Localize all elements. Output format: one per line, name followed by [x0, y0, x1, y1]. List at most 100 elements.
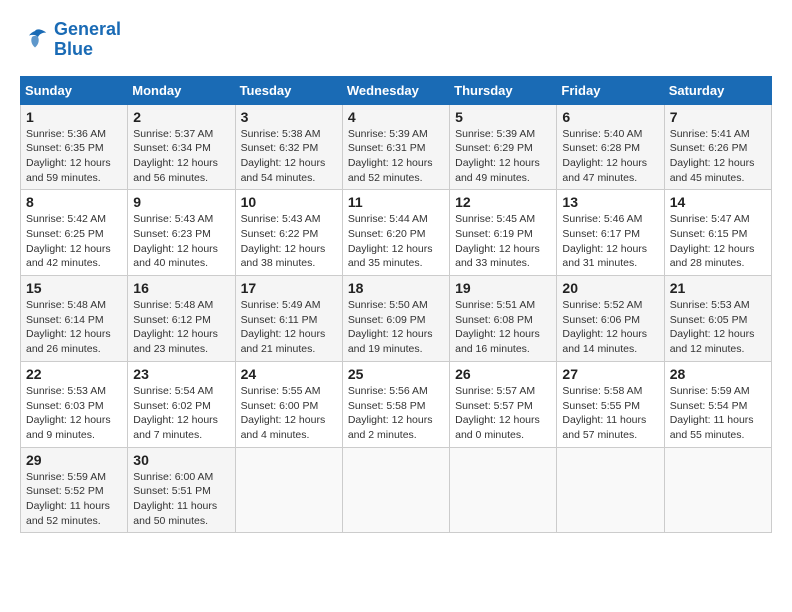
day-number: 24: [241, 366, 337, 382]
day-number: 6: [562, 109, 658, 125]
logo-icon: [20, 25, 50, 55]
table-row: [664, 447, 771, 533]
table-row: 15 Sunrise: 5:48 AMSunset: 6:14 PMDaylig…: [21, 276, 128, 362]
day-number: 13: [562, 194, 658, 210]
calendar-week-row: 15 Sunrise: 5:48 AMSunset: 6:14 PMDaylig…: [21, 276, 772, 362]
table-row: 26 Sunrise: 5:57 AMSunset: 5:57 PMDaylig…: [450, 361, 557, 447]
table-row: 21 Sunrise: 5:53 AMSunset: 6:05 PMDaylig…: [664, 276, 771, 362]
day-info: Sunrise: 5:41 AMSunset: 6:26 PMDaylight:…: [670, 127, 766, 186]
table-row: 18 Sunrise: 5:50 AMSunset: 6:09 PMDaylig…: [342, 276, 449, 362]
calendar-week-row: 1 Sunrise: 5:36 AMSunset: 6:35 PMDayligh…: [21, 104, 772, 190]
table-row: 22 Sunrise: 5:53 AMSunset: 6:03 PMDaylig…: [21, 361, 128, 447]
calendar-header-row: Sunday Monday Tuesday Wednesday Thursday…: [21, 76, 772, 104]
table-row: 11 Sunrise: 5:44 AMSunset: 6:20 PMDaylig…: [342, 190, 449, 276]
day-number: 8: [26, 194, 122, 210]
day-number: 12: [455, 194, 551, 210]
day-number: 26: [455, 366, 551, 382]
day-info: Sunrise: 5:40 AMSunset: 6:28 PMDaylight:…: [562, 127, 658, 186]
table-row: 4 Sunrise: 5:39 AMSunset: 6:31 PMDayligh…: [342, 104, 449, 190]
header-tuesday: Tuesday: [235, 76, 342, 104]
table-row: 25 Sunrise: 5:56 AMSunset: 5:58 PMDaylig…: [342, 361, 449, 447]
day-number: 11: [348, 194, 444, 210]
day-info: Sunrise: 5:57 AMSunset: 5:57 PMDaylight:…: [455, 384, 551, 443]
day-number: 17: [241, 280, 337, 296]
table-row: [235, 447, 342, 533]
day-number: 2: [133, 109, 229, 125]
day-number: 28: [670, 366, 766, 382]
table-row: 20 Sunrise: 5:52 AMSunset: 6:06 PMDaylig…: [557, 276, 664, 362]
day-info: Sunrise: 5:54 AMSunset: 6:02 PMDaylight:…: [133, 384, 229, 443]
day-info: Sunrise: 5:51 AMSunset: 6:08 PMDaylight:…: [455, 298, 551, 357]
table-row: 6 Sunrise: 5:40 AMSunset: 6:28 PMDayligh…: [557, 104, 664, 190]
day-number: 5: [455, 109, 551, 125]
calendar-week-row: 29 Sunrise: 5:59 AMSunset: 5:52 PMDaylig…: [21, 447, 772, 533]
logo: General Blue: [20, 20, 121, 60]
day-number: 9: [133, 194, 229, 210]
day-number: 4: [348, 109, 444, 125]
day-info: Sunrise: 5:39 AMSunset: 6:31 PMDaylight:…: [348, 127, 444, 186]
table-row: 13 Sunrise: 5:46 AMSunset: 6:17 PMDaylig…: [557, 190, 664, 276]
day-info: Sunrise: 5:59 AMSunset: 5:52 PMDaylight:…: [26, 470, 122, 529]
header-friday: Friday: [557, 76, 664, 104]
calendar-week-row: 8 Sunrise: 5:42 AMSunset: 6:25 PMDayligh…: [21, 190, 772, 276]
page-header: General Blue: [20, 20, 772, 60]
day-number: 10: [241, 194, 337, 210]
day-number: 3: [241, 109, 337, 125]
day-info: Sunrise: 5:42 AMSunset: 6:25 PMDaylight:…: [26, 212, 122, 271]
day-number: 21: [670, 280, 766, 296]
day-info: Sunrise: 5:39 AMSunset: 6:29 PMDaylight:…: [455, 127, 551, 186]
table-row: [557, 447, 664, 533]
table-row: 29 Sunrise: 5:59 AMSunset: 5:52 PMDaylig…: [21, 447, 128, 533]
header-saturday: Saturday: [664, 76, 771, 104]
day-info: Sunrise: 5:59 AMSunset: 5:54 PMDaylight:…: [670, 384, 766, 443]
table-row: 8 Sunrise: 5:42 AMSunset: 6:25 PMDayligh…: [21, 190, 128, 276]
day-number: 18: [348, 280, 444, 296]
day-info: Sunrise: 5:43 AMSunset: 6:22 PMDaylight:…: [241, 212, 337, 271]
header-sunday: Sunday: [21, 76, 128, 104]
table-row: 5 Sunrise: 5:39 AMSunset: 6:29 PMDayligh…: [450, 104, 557, 190]
table-row: 24 Sunrise: 5:55 AMSunset: 6:00 PMDaylig…: [235, 361, 342, 447]
table-row: 2 Sunrise: 5:37 AMSunset: 6:34 PMDayligh…: [128, 104, 235, 190]
table-row: 14 Sunrise: 5:47 AMSunset: 6:15 PMDaylig…: [664, 190, 771, 276]
day-info: Sunrise: 6:00 AMSunset: 5:51 PMDaylight:…: [133, 470, 229, 529]
table-row: [450, 447, 557, 533]
day-info: Sunrise: 5:45 AMSunset: 6:19 PMDaylight:…: [455, 212, 551, 271]
table-row: 12 Sunrise: 5:45 AMSunset: 6:19 PMDaylig…: [450, 190, 557, 276]
table-row: [342, 447, 449, 533]
calendar-table: Sunday Monday Tuesday Wednesday Thursday…: [20, 76, 772, 534]
day-info: Sunrise: 5:58 AMSunset: 5:55 PMDaylight:…: [562, 384, 658, 443]
table-row: 23 Sunrise: 5:54 AMSunset: 6:02 PMDaylig…: [128, 361, 235, 447]
day-info: Sunrise: 5:56 AMSunset: 5:58 PMDaylight:…: [348, 384, 444, 443]
day-info: Sunrise: 5:52 AMSunset: 6:06 PMDaylight:…: [562, 298, 658, 357]
table-row: 1 Sunrise: 5:36 AMSunset: 6:35 PMDayligh…: [21, 104, 128, 190]
calendar-week-row: 22 Sunrise: 5:53 AMSunset: 6:03 PMDaylig…: [21, 361, 772, 447]
day-info: Sunrise: 5:36 AMSunset: 6:35 PMDaylight:…: [26, 127, 122, 186]
table-row: 7 Sunrise: 5:41 AMSunset: 6:26 PMDayligh…: [664, 104, 771, 190]
day-info: Sunrise: 5:48 AMSunset: 6:14 PMDaylight:…: [26, 298, 122, 357]
header-thursday: Thursday: [450, 76, 557, 104]
table-row: 27 Sunrise: 5:58 AMSunset: 5:55 PMDaylig…: [557, 361, 664, 447]
day-number: 15: [26, 280, 122, 296]
table-row: 17 Sunrise: 5:49 AMSunset: 6:11 PMDaylig…: [235, 276, 342, 362]
day-number: 1: [26, 109, 122, 125]
table-row: 16 Sunrise: 5:48 AMSunset: 6:12 PMDaylig…: [128, 276, 235, 362]
day-number: 16: [133, 280, 229, 296]
table-row: 10 Sunrise: 5:43 AMSunset: 6:22 PMDaylig…: [235, 190, 342, 276]
table-row: 19 Sunrise: 5:51 AMSunset: 6:08 PMDaylig…: [450, 276, 557, 362]
day-info: Sunrise: 5:53 AMSunset: 6:03 PMDaylight:…: [26, 384, 122, 443]
day-info: Sunrise: 5:49 AMSunset: 6:11 PMDaylight:…: [241, 298, 337, 357]
day-info: Sunrise: 5:47 AMSunset: 6:15 PMDaylight:…: [670, 212, 766, 271]
table-row: 28 Sunrise: 5:59 AMSunset: 5:54 PMDaylig…: [664, 361, 771, 447]
day-number: 19: [455, 280, 551, 296]
day-info: Sunrise: 5:46 AMSunset: 6:17 PMDaylight:…: [562, 212, 658, 271]
day-number: 29: [26, 452, 122, 468]
table-row: 9 Sunrise: 5:43 AMSunset: 6:23 PMDayligh…: [128, 190, 235, 276]
header-wednesday: Wednesday: [342, 76, 449, 104]
header-monday: Monday: [128, 76, 235, 104]
day-number: 14: [670, 194, 766, 210]
logo-text: General Blue: [54, 20, 121, 60]
day-number: 30: [133, 452, 229, 468]
day-info: Sunrise: 5:44 AMSunset: 6:20 PMDaylight:…: [348, 212, 444, 271]
table-row: 30 Sunrise: 6:00 AMSunset: 5:51 PMDaylig…: [128, 447, 235, 533]
day-info: Sunrise: 5:50 AMSunset: 6:09 PMDaylight:…: [348, 298, 444, 357]
